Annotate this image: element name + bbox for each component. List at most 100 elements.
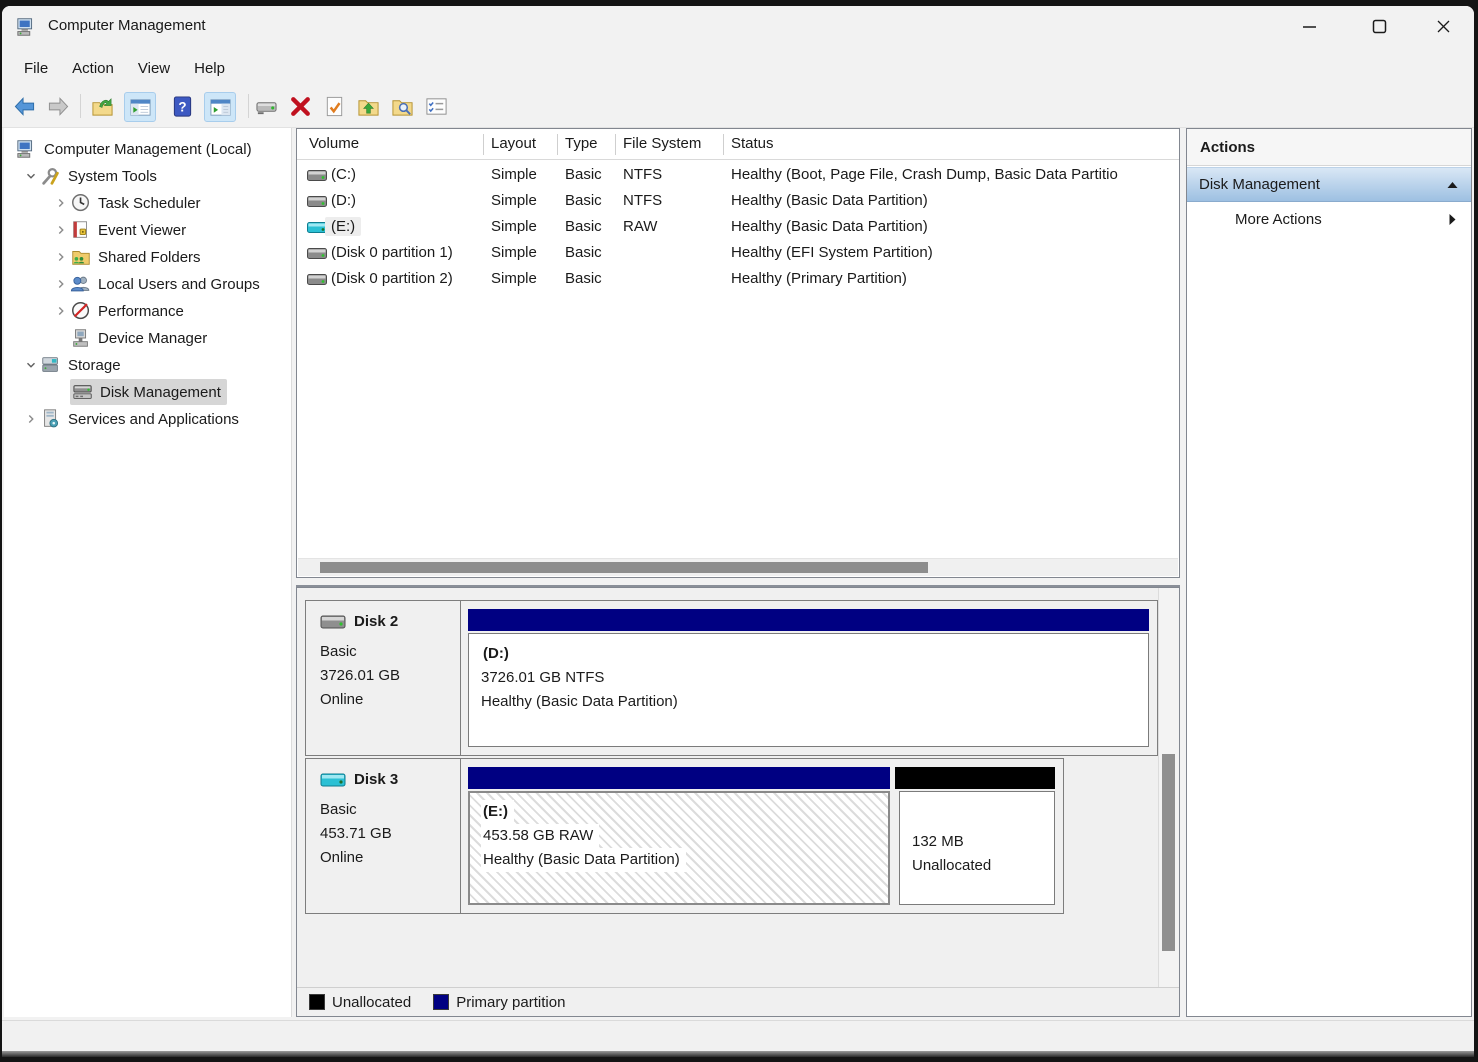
more-actions-item[interactable]: More Actions [1187,203,1471,235]
device-manager-icon [70,327,94,349]
help-button[interactable]: ? [168,92,196,120]
minimize-icon [1302,19,1317,34]
partition-unallocated[interactable]: 132 MB Unallocated [899,791,1055,905]
close-button[interactable] [1420,6,1466,46]
chevron-right-icon[interactable] [52,249,70,265]
menu-help[interactable]: Help [182,56,237,81]
column-divider[interactable] [723,134,724,155]
chevron-right-icon[interactable] [52,303,70,319]
sidebar-item-disk-management[interactable]: Disk Management [4,379,339,405]
vertical-scrollbar[interactable] [1158,588,1179,987]
drive-icon [307,169,327,183]
volume-row-e-selected[interactable]: (E:) Simple Basic RAW Healthy (Basic Dat… [297,215,1179,241]
console-tree-toggle-button[interactable] [124,92,156,122]
horizontal-scrollbar-thumb[interactable] [320,562,928,573]
drive-icon [307,273,327,287]
disk-2-label-panel[interactable]: Disk 2 Basic 3726.01 GB Online [306,601,461,755]
sidebar-item-computer-management[interactable]: Computer Management (Local) [4,136,303,162]
partition-size: 132 MB [912,830,1054,854]
disk-name: Disk 2 [354,613,398,630]
menu-file[interactable]: File [12,56,60,81]
system-tools-icon [40,165,64,187]
task-scheduler-icon [70,192,94,214]
sidebar-item-local-users-and-groups[interactable]: Local Users and Groups [4,271,339,297]
expander-spacer [52,330,70,346]
back-button[interactable] [10,92,38,120]
minimize-button[interactable] [1286,6,1332,46]
sidebar-item-shared-folders[interactable]: Shared Folders [4,244,339,270]
console-tree-panel: Computer Management (Local) System Tools… [4,128,292,1017]
actions-panel: Actions Disk Management More Actions [1186,128,1472,1017]
disk-icon [320,614,346,630]
partition-size: 3726.01 GB NTFS [481,666,1148,690]
chevron-right-icon[interactable] [22,411,40,427]
folder-up-icon [357,95,380,118]
shared-folders-icon [70,246,94,268]
disk-3-group: Disk 3 Basic 453.71 GB Online (E:) 453.5… [305,758,1064,914]
sidebar-item-performance[interactable]: Performance [4,298,339,324]
sidebar-item-task-scheduler[interactable]: Task Scheduler [4,190,339,216]
disk-type: Basic [320,643,357,660]
performance-icon [70,300,94,322]
collapse-up-icon[interactable] [1446,180,1459,190]
chevron-down-icon[interactable] [22,168,40,184]
view-options-button[interactable] [422,92,450,120]
forward-button[interactable] [44,92,72,120]
chevron-down-icon[interactable] [22,357,40,373]
column-header-layout[interactable]: Layout [491,135,536,152]
partition-status: Unallocated [912,854,1054,878]
drive-icon [307,195,327,209]
legend-label-unallocated: Unallocated [332,994,411,1011]
sidebar-item-services-and-applications[interactable]: Services and Applications [4,406,309,432]
menu-view[interactable]: View [126,56,182,81]
more-actions-label: More Actions [1235,211,1448,228]
selected-volume-label: (E:) [325,217,361,236]
action-pane-toggle-button[interactable] [204,92,236,122]
action-pane-icon [209,96,232,119]
column-header-file-system[interactable]: File System [623,135,701,152]
column-divider[interactable] [483,134,484,155]
services-icon [40,408,64,430]
forward-icon [47,95,70,118]
volume-row-c[interactable]: (C:) Simple Basic NTFS Healthy (Boot, Pa… [297,163,1179,189]
volume-row-d[interactable]: (D:) Simple Basic NTFS Healthy (Basic Da… [297,189,1179,215]
status-bar [2,1020,1474,1052]
pane-splitter[interactable] [296,578,1180,587]
sidebar-item-system-tools[interactable]: System Tools [4,163,309,189]
volume-row-disk0-partition2[interactable]: (Disk 0 partition 2) Simple Basic Health… [297,267,1179,293]
menu-action[interactable]: Action [60,56,126,81]
partition-color-bar-primary [468,609,1149,631]
sidebar-item-event-viewer[interactable]: Event Viewer [4,217,339,243]
horizontal-scrollbar[interactable] [298,558,1178,576]
delete-button[interactable] [286,92,314,120]
partition-d[interactable]: (D:) 3726.01 GB NTFS Healthy (Basic Data… [468,633,1149,747]
column-header-type[interactable]: Type [565,135,598,152]
column-header-volume[interactable]: Volume [309,135,359,152]
column-header-status[interactable]: Status [731,135,774,152]
toolbar: ? [2,86,1474,126]
column-divider[interactable] [557,134,558,155]
chevron-right-icon[interactable] [52,195,70,211]
chevron-right-icon[interactable] [52,276,70,292]
chevron-right-icon[interactable] [52,222,70,238]
disk-3-label-panel[interactable]: Disk 3 Basic 453.71 GB Online [306,759,461,913]
disk-type: Basic [320,801,357,818]
maximize-button[interactable] [1356,6,1402,46]
volume-row-disk0-partition1[interactable]: (Disk 0 partition 1) Simple Basic Health… [297,241,1179,267]
folder-up-button[interactable] [354,92,382,120]
toolbar-separator [80,94,81,118]
partition-e-selected[interactable]: (E:) 453.58 GB RAW Healthy (Basic Data P… [468,791,890,905]
folder-search-button[interactable] [388,92,416,120]
svg-text:?: ? [178,99,186,114]
tree-selection-highlight: Disk Management [70,379,227,405]
disk-2-group: Disk 2 Basic 3726.01 GB Online (D:) 3726… [305,600,1158,756]
disk-state: Online [320,849,363,866]
vertical-scrollbar-thumb[interactable] [1162,754,1175,951]
column-divider[interactable] [615,134,616,155]
drive-scan-button[interactable] [252,92,280,120]
check-document-button[interactable] [320,92,348,120]
sidebar-item-storage[interactable]: Storage [4,352,309,378]
export-list-button[interactable] [88,92,116,120]
sidebar-item-device-manager[interactable]: Device Manager [4,325,339,351]
actions-section-disk-management[interactable]: Disk Management [1187,167,1471,202]
